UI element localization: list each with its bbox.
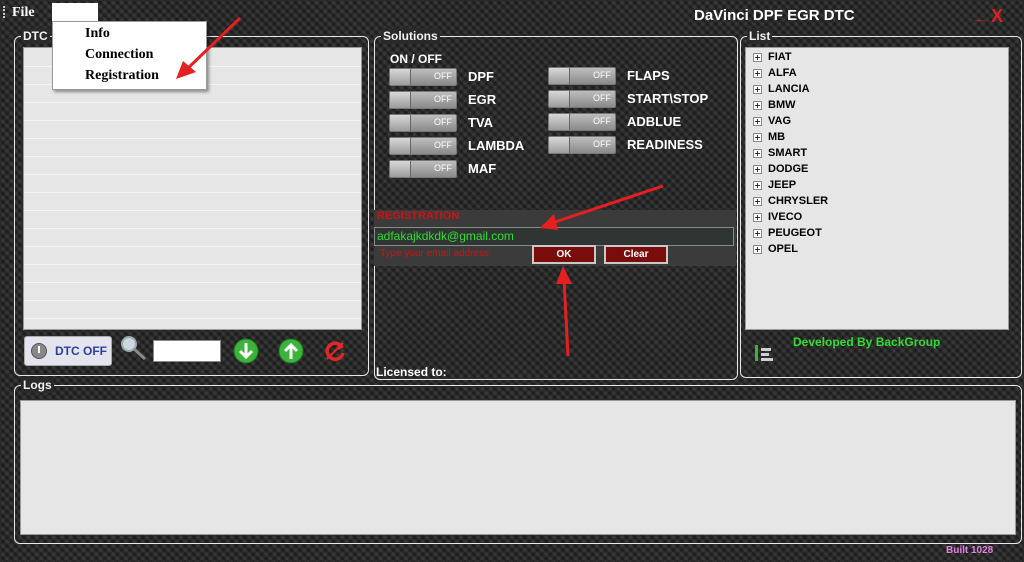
arrow-registration-menu (176, 16, 242, 79)
annotation-arrows (176, 16, 664, 357)
arrow-ok-button (556, 266, 572, 357)
arrow-email-field (540, 184, 664, 230)
